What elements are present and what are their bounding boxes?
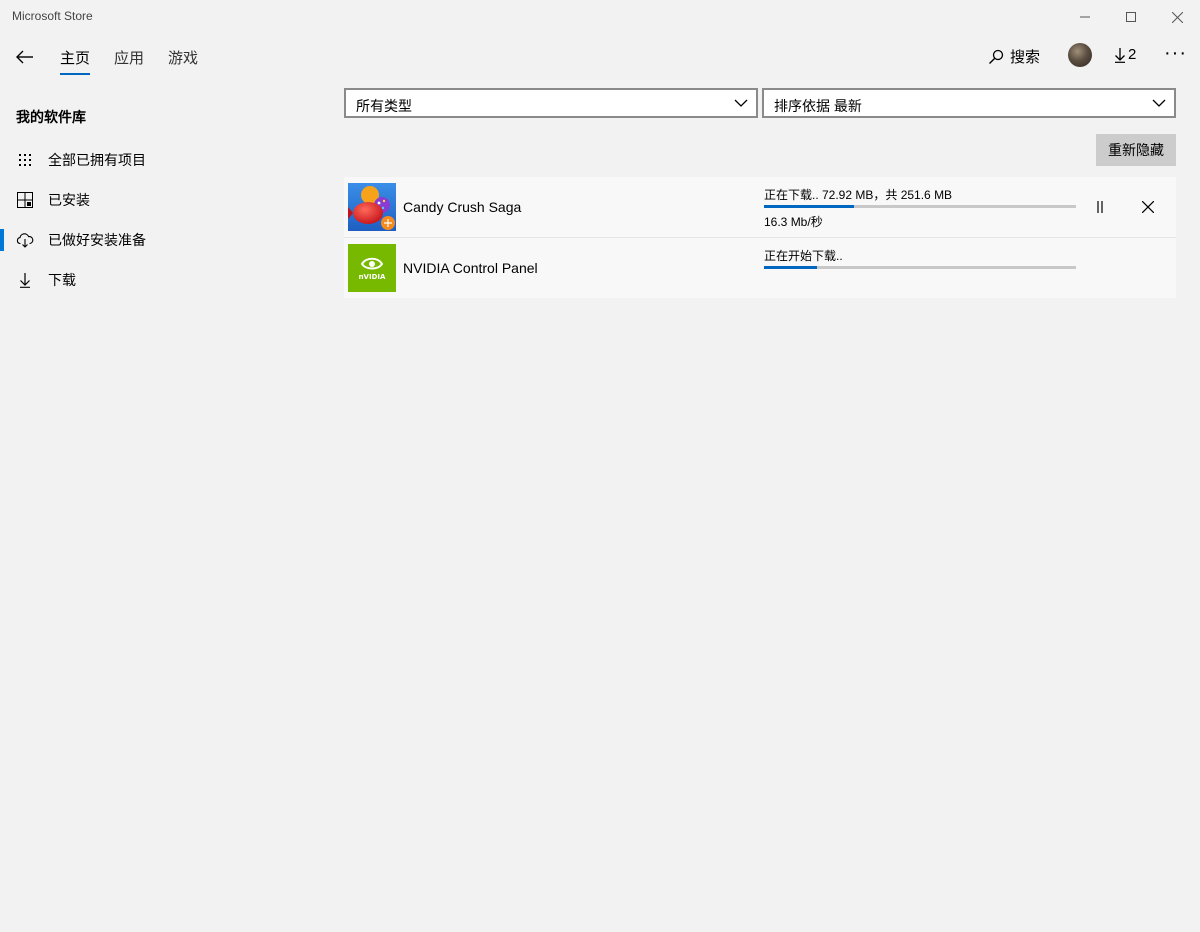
more-options-button[interactable]: ··· [1164,42,1187,65]
search-label: 搜索 [1010,49,1041,66]
download-speed: 16.3 Mb/秒 [764,215,823,229]
maximize-button[interactable] [1108,0,1154,34]
cloud-download-icon [16,231,34,249]
pause-button[interactable] [1088,195,1112,219]
sort-dropdown[interactable]: 排序依据 最新 [762,88,1176,118]
sidebar-item-installed[interactable]: 已安装 [0,182,320,218]
maximize-icon [1126,12,1136,22]
download-progress-bar [764,205,1076,208]
app-name: NVIDIA Control Panel [403,260,538,276]
sidebar-item-ready-to-install[interactable]: 已做好安装准备 [0,222,320,258]
tab-games[interactable]: 游戏 [168,47,198,68]
close-icon [1142,201,1154,213]
download-status: 正在下载.. 72.92 MB，共 251.6 MB [764,188,953,202]
download-progress-fill [764,205,855,208]
ellipsis-icon: ··· [1164,42,1187,64]
rehide-button[interactable]: 重新隐藏 [1096,134,1176,166]
search-icon [989,49,1004,64]
tab-active-indicator [60,73,90,75]
window-title: Microsoft Store [12,9,93,23]
back-button[interactable] [12,44,38,70]
type-filter-value: 所有类型 [356,98,412,114]
top-nav: 主页 应用 游戏 搜索 2 ··· [0,34,1200,80]
nvidia-icon: nVIDIA [348,244,396,292]
sidebar-item-label: 全部已拥有项目 [48,152,146,168]
avatar[interactable] [1068,43,1092,67]
chevron-down-icon [1152,99,1166,107]
download-status: 正在开始下载.. [764,249,843,263]
sidebar-item-downloads[interactable]: 下载 [0,262,320,298]
downloads-button[interactable]: 2 [1114,46,1136,63]
download-arrow-icon [1115,47,1125,63]
download-row-candy-crush[interactable]: Candy Crush Saga 正在下载.. 72.92 MB，共 251.6… [344,177,1176,238]
sidebar-item-label: 已安装 [48,192,90,208]
installed-grid-icon [16,191,34,209]
tab-apps[interactable]: 应用 [114,47,144,68]
pause-icon [1097,201,1103,213]
cancel-download-button[interactable] [1136,195,1160,219]
search-button[interactable]: 搜索 [988,46,1040,67]
candy-crush-icon [348,183,396,231]
minimize-icon [1080,16,1090,18]
back-arrow-icon [16,50,33,64]
sidebar-item-all-owned[interactable]: 全部已拥有项目 [0,142,320,178]
sidebar-item-label: 已做好安装准备 [48,232,146,248]
grid-dots-icon [16,151,34,169]
tab-home[interactable]: 主页 [60,47,90,68]
download-row-nvidia[interactable]: nVIDIA NVIDIA Control Panel 正在开始下载.. [344,238,1176,298]
minimize-button[interactable] [1062,0,1108,34]
svg-text:nVIDIA: nVIDIA [359,273,386,281]
title-bar: Microsoft Store [0,0,1200,34]
sidebar-title: 我的软件库 [16,109,86,125]
close-window-button[interactable] [1154,0,1200,34]
chevron-down-icon [734,99,748,107]
downloads-count: 2 [1128,46,1137,63]
type-filter-dropdown[interactable]: 所有类型 [344,88,758,118]
close-icon [1171,11,1183,23]
app-name: Candy Crush Saga [403,199,522,215]
download-progress-fill [764,266,818,269]
download-progress-bar [764,266,1076,269]
download-arrow-icon [16,271,34,289]
sort-value: 排序依据 最新 [774,98,862,114]
sidebar-item-label: 下载 [48,272,76,288]
